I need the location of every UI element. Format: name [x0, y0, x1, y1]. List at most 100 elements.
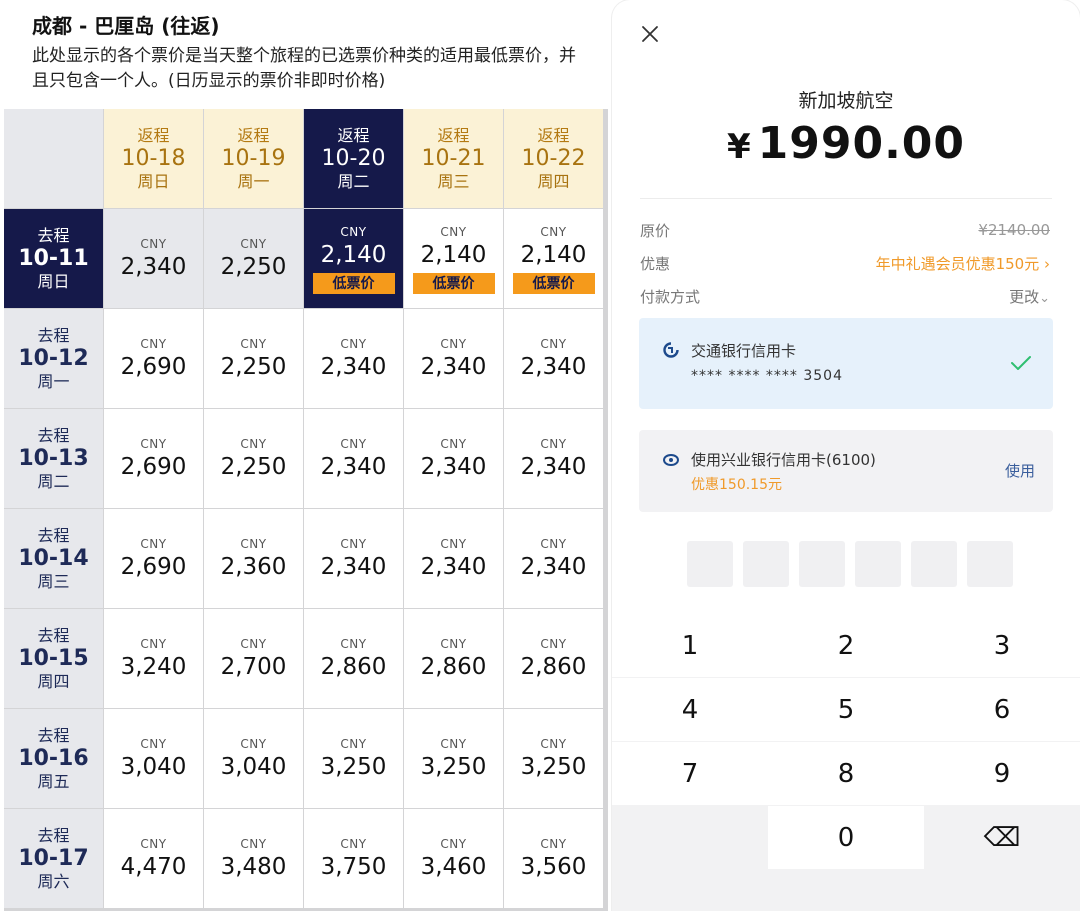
fare-cell[interactable]: CNY 3,250 [304, 709, 403, 808]
fare-cell[interactable]: CNY 2,250 [204, 209, 303, 308]
depart-date-header[interactable]: 去程 10-14 周三 [4, 509, 103, 608]
depart-weekday: 周六 [37, 871, 70, 891]
backspace-icon[interactable]: ⌫ [924, 806, 1080, 869]
discount-row[interactable]: 优惠 年中礼遇会员优惠150元 › [640, 251, 1050, 275]
fare-currency: CNY [440, 836, 467, 851]
fare-cell[interactable]: CNY 2,340 [504, 409, 603, 508]
depart-label: 去程 [37, 425, 70, 445]
depart-label: 去程 [37, 825, 70, 845]
fare-cell[interactable]: CNY 3,250 [504, 709, 603, 808]
key-9[interactable]: 9 [924, 742, 1080, 805]
fare-cell[interactable]: CNY 2,690 [104, 409, 203, 508]
fare-cell[interactable]: CNY 3,460 [404, 809, 503, 908]
key-2[interactable]: 2 [768, 614, 924, 677]
divider [640, 198, 1052, 199]
fare-cell[interactable]: CNY 3,240 [104, 609, 203, 708]
fare-cell[interactable]: CNY 2,140 低票价 [304, 209, 403, 308]
fare-amount: 3,480 [220, 853, 287, 880]
currency-symbol: ¥ [726, 127, 752, 167]
change-button[interactable]: 更改⌄ [1009, 286, 1050, 307]
depart-date-header[interactable]: 去程 10-13 周二 [4, 409, 103, 508]
pin-box [743, 541, 789, 587]
fare-cell[interactable]: CNY 2,360 [204, 509, 303, 608]
fare-cell[interactable]: CNY 2,860 [304, 609, 403, 708]
fare-cell[interactable]: CNY 2,860 [504, 609, 603, 708]
depart-date-header[interactable]: 去程 10-12 周一 [4, 309, 103, 408]
return-weekday: 周日 [137, 171, 170, 191]
key-5[interactable]: 5 [768, 678, 924, 741]
pin-box [911, 541, 957, 587]
depart-date-header[interactable]: 去程 10-16 周五 [4, 709, 103, 808]
fare-amount: 2,340 [120, 253, 187, 280]
pin-box [855, 541, 901, 587]
fare-currency: CNY [440, 736, 467, 751]
key-3[interactable]: 3 [924, 614, 1080, 677]
return-date-header[interactable]: 返程 10-18 周日 [104, 109, 203, 208]
fare-cell[interactable]: CNY 2,860 [404, 609, 503, 708]
depart-weekday: 周日 [37, 271, 70, 291]
return-date-header[interactable]: 返程 10-20 周二 [304, 109, 403, 208]
depart-date: 10-16 [18, 745, 89, 771]
fare-cell[interactable]: CNY 2,700 [204, 609, 303, 708]
depart-weekday: 周二 [37, 471, 70, 491]
fare-cell[interactable]: CNY 2,340 [404, 309, 503, 408]
fare-cell[interactable]: CNY 2,340 [104, 209, 203, 308]
return-date-header[interactable]: 返程 10-21 周三 [404, 109, 503, 208]
key-1[interactable]: 1 [612, 614, 768, 677]
fare-cell[interactable]: CNY 3,560 [504, 809, 603, 908]
fare-amount: 3,560 [520, 853, 587, 880]
fare-currency: CNY [140, 236, 167, 251]
pay-method-row: 付款方式 更改⌄ [640, 284, 1050, 308]
key-8[interactable]: 8 [768, 742, 924, 805]
return-date-header[interactable]: 返程 10-19 周一 [204, 109, 303, 208]
fare-cell[interactable]: CNY 3,040 [104, 709, 203, 808]
bankcomm-icon [663, 342, 679, 358]
card-option-cib[interactable]: 使用兴业银行信用卡(6100) 优惠150.15元 使用 [639, 430, 1053, 512]
fare-cell[interactable]: CNY 3,480 [204, 809, 303, 908]
fare-amount: 2,860 [520, 653, 587, 680]
depart-date-header[interactable]: 去程 10-15 周四 [4, 609, 103, 708]
discount-value[interactable]: 年中礼遇会员优惠150元 › [876, 253, 1050, 274]
depart-weekday: 周五 [37, 771, 70, 791]
fare-cell[interactable]: CNY 3,250 [404, 709, 503, 808]
return-date-header[interactable]: 返程 10-22 周四 [504, 109, 603, 208]
key-7[interactable]: 7 [612, 742, 768, 805]
fare-cell[interactable]: CNY 3,040 [204, 709, 303, 808]
key-0[interactable]: 0 [768, 806, 924, 869]
fare-cell[interactable]: CNY 2,340 [304, 309, 403, 408]
key-blank [612, 806, 768, 869]
pin-box [967, 541, 1013, 587]
key-4[interactable]: 4 [612, 678, 768, 741]
fare-amount: 2,140 [520, 241, 587, 268]
fare-cell[interactable]: CNY 2,690 [104, 309, 203, 408]
change-label: 更改 [1009, 287, 1040, 306]
card1-number: **** **** **** 3504 [691, 368, 843, 384]
fare-cell[interactable]: CNY 2,340 [304, 409, 403, 508]
card-option-bankcomm[interactable]: 交通银行信用卡 **** **** **** 3504 [639, 318, 1053, 409]
key-6[interactable]: 6 [924, 678, 1080, 741]
fare-cell[interactable]: CNY 2,340 [404, 409, 503, 508]
use-card-button[interactable]: 使用 [1005, 460, 1035, 481]
original-price-row: 原价 ¥2140.00 [640, 218, 1050, 242]
fare-cell[interactable]: CNY 2,140 低票价 [404, 209, 503, 308]
fare-currency: CNY [140, 636, 167, 651]
fare-amount: 2,340 [320, 453, 387, 480]
close-icon[interactable] [638, 22, 662, 46]
depart-label: 去程 [37, 225, 70, 245]
depart-date-header[interactable]: 去程 10-11 周日 [4, 209, 103, 308]
fare-currency: CNY [540, 536, 567, 551]
payment-sheet: 新加坡航空 ¥1990.00 原价 ¥2140.00 优惠 年中礼遇会员优惠15… [612, 0, 1080, 911]
fare-cell[interactable]: CNY 2,340 [304, 509, 403, 608]
fare-cell[interactable]: CNY 2,340 [504, 509, 603, 608]
fare-amount: 2,250 [220, 453, 287, 480]
fare-cell[interactable]: CNY 2,340 [404, 509, 503, 608]
fare-cell[interactable]: CNY 2,140 低票价 [504, 209, 603, 308]
fare-currency: CNY [240, 336, 267, 351]
fare-cell[interactable]: CNY 2,340 [504, 309, 603, 408]
fare-cell[interactable]: CNY 3,750 [304, 809, 403, 908]
fare-cell[interactable]: CNY 2,690 [104, 509, 203, 608]
depart-date-header[interactable]: 去程 10-17 周六 [4, 809, 103, 908]
fare-cell[interactable]: CNY 4,470 [104, 809, 203, 908]
fare-cell[interactable]: CNY 2,250 [204, 409, 303, 508]
fare-cell[interactable]: CNY 2,250 [204, 309, 303, 408]
